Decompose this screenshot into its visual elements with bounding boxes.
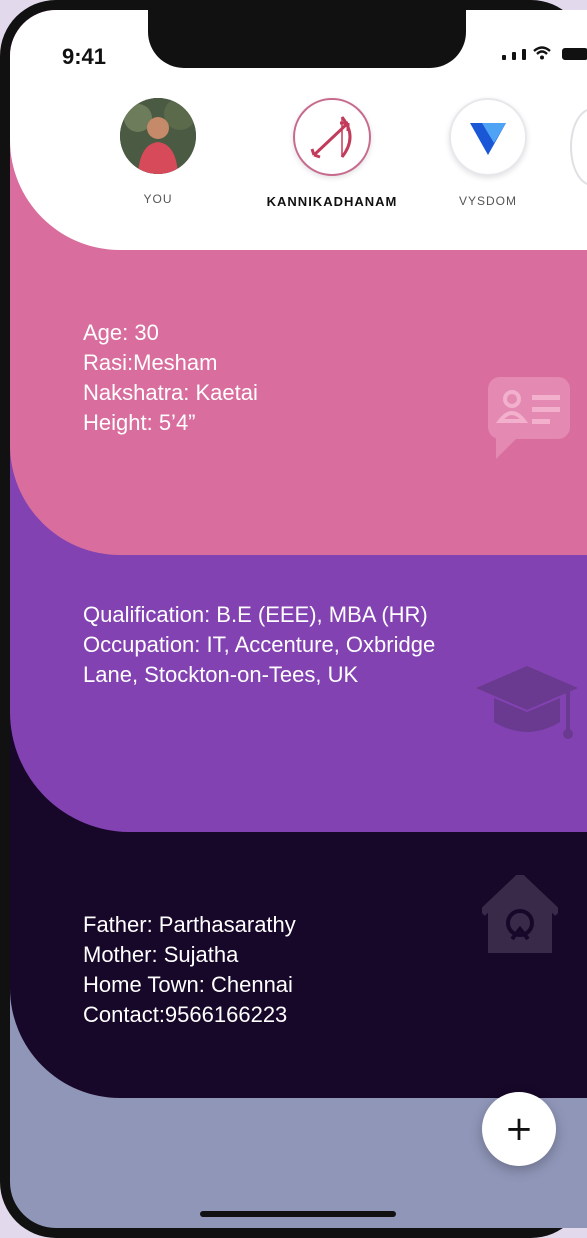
app-screen: Father: Parthasarathy Mother: Sujatha Ho… xyxy=(10,10,587,1228)
story-name-you: YOU xyxy=(143,192,173,206)
story-name-kannikadhanam: KANNIKADHANAM xyxy=(266,194,398,209)
add-button[interactable]: + xyxy=(482,1092,556,1166)
bow-arrow-icon xyxy=(310,116,352,159)
career-details: Qualification: B.E (EEE), MBA (HR) Occup… xyxy=(83,602,436,687)
signal-bar-icon xyxy=(502,55,506,60)
status-icons xyxy=(502,46,587,60)
wifi-icon xyxy=(533,46,551,60)
notch xyxy=(148,10,466,68)
story-vysdom[interactable]: VYSDOM xyxy=(408,98,568,208)
bow-arrow-logo xyxy=(293,98,371,176)
avatar-icon xyxy=(120,98,196,174)
story-more-partial[interactable] xyxy=(570,108,587,186)
signal-bar-icon xyxy=(512,52,516,60)
story-name-vysdom: VYSDOM xyxy=(458,194,517,208)
phone-frame: Father: Parthasarathy Mother: Sujatha Ho… xyxy=(0,0,587,1238)
status-time: 9:41 xyxy=(62,44,107,69)
signal-bar-icon xyxy=(522,49,526,60)
graduation-cap-icon xyxy=(476,666,578,739)
profile-photo xyxy=(120,98,196,174)
story-kannikadhanam[interactable]: KANNIKADHANAM xyxy=(252,98,412,209)
stories-header: YOU KANNIKADHANAM VYSDOM 9:41 xyxy=(10,10,587,250)
profile-card-icon xyxy=(488,377,570,459)
family-details: Father: Parthasarathy Mother: Sujatha Ho… xyxy=(83,912,296,1027)
personal-details: Age: 30 Rasi:Mesham Nakshatra: Kaetai He… xyxy=(83,320,258,435)
v-logo-icon xyxy=(470,123,506,155)
battery-icon xyxy=(562,48,587,60)
blue-v-logo xyxy=(449,98,527,176)
home-indicator[interactable] xyxy=(200,1211,396,1217)
story-you[interactable]: YOU xyxy=(78,98,238,206)
home-icon xyxy=(482,875,558,953)
